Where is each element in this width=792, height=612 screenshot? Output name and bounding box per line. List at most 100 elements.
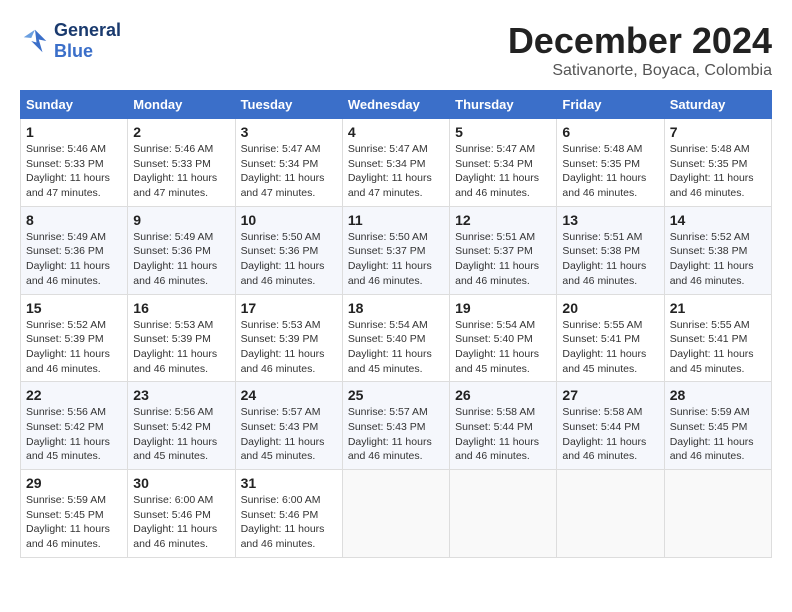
day-info: Sunrise: 5:55 AM Sunset: 5:41 PM Dayligh… [562, 318, 658, 377]
header-row: Sunday Monday Tuesday Wednesday Thursday… [21, 91, 772, 119]
month-title: December 2024 [508, 20, 772, 62]
calendar-day-cell: 8 Sunrise: 5:49 AM Sunset: 5:36 PM Dayli… [21, 206, 128, 294]
day-info: Sunrise: 5:55 AM Sunset: 5:41 PM Dayligh… [670, 318, 766, 377]
col-thursday: Thursday [450, 91, 557, 119]
location-subtitle: Sativanorte, Boyaca, Colombia [508, 62, 772, 80]
calendar-week-row: 1 Sunrise: 5:46 AM Sunset: 5:33 PM Dayli… [21, 119, 772, 207]
day-info: Sunrise: 5:54 AM Sunset: 5:40 PM Dayligh… [348, 318, 444, 377]
day-number: 5 [455, 124, 551, 140]
day-number: 21 [670, 300, 766, 316]
day-number: 22 [26, 387, 122, 403]
col-sunday: Sunday [21, 91, 128, 119]
day-info: Sunrise: 5:57 AM Sunset: 5:43 PM Dayligh… [241, 405, 337, 464]
calendar-day-cell: 20 Sunrise: 5:55 AM Sunset: 5:41 PM Dayl… [557, 294, 664, 382]
day-info: Sunrise: 5:48 AM Sunset: 5:35 PM Dayligh… [670, 142, 766, 201]
day-number: 17 [241, 300, 337, 316]
day-number: 29 [26, 475, 122, 491]
day-number: 8 [26, 212, 122, 228]
calendar-day-cell: 13 Sunrise: 5:51 AM Sunset: 5:38 PM Dayl… [557, 206, 664, 294]
day-number: 23 [133, 387, 229, 403]
day-number: 16 [133, 300, 229, 316]
calendar-day-cell: 21 Sunrise: 5:55 AM Sunset: 5:41 PM Dayl… [664, 294, 771, 382]
logo-text: General Blue [54, 20, 121, 62]
day-number: 4 [348, 124, 444, 140]
day-number: 11 [348, 212, 444, 228]
day-number: 25 [348, 387, 444, 403]
calendar-week-row: 15 Sunrise: 5:52 AM Sunset: 5:39 PM Dayl… [21, 294, 772, 382]
day-info: Sunrise: 5:46 AM Sunset: 5:33 PM Dayligh… [133, 142, 229, 201]
calendar-day-cell: 30 Sunrise: 6:00 AM Sunset: 5:46 PM Dayl… [128, 470, 235, 558]
calendar-day-cell [664, 470, 771, 558]
calendar-week-row: 8 Sunrise: 5:49 AM Sunset: 5:36 PM Dayli… [21, 206, 772, 294]
day-number: 20 [562, 300, 658, 316]
calendar-day-cell: 2 Sunrise: 5:46 AM Sunset: 5:33 PM Dayli… [128, 119, 235, 207]
col-monday: Monday [128, 91, 235, 119]
day-info: Sunrise: 5:53 AM Sunset: 5:39 PM Dayligh… [241, 318, 337, 377]
day-info: Sunrise: 5:49 AM Sunset: 5:36 PM Dayligh… [133, 230, 229, 289]
col-wednesday: Wednesday [342, 91, 449, 119]
page-header: General Blue December 2024 Sativanorte, … [20, 20, 772, 80]
day-number: 27 [562, 387, 658, 403]
calendar-header: Sunday Monday Tuesday Wednesday Thursday… [21, 91, 772, 119]
day-info: Sunrise: 5:59 AM Sunset: 5:45 PM Dayligh… [26, 493, 122, 552]
calendar-day-cell: 25 Sunrise: 5:57 AM Sunset: 5:43 PM Dayl… [342, 382, 449, 470]
day-number: 6 [562, 124, 658, 140]
calendar-day-cell: 19 Sunrise: 5:54 AM Sunset: 5:40 PM Dayl… [450, 294, 557, 382]
day-info: Sunrise: 5:58 AM Sunset: 5:44 PM Dayligh… [455, 405, 551, 464]
day-info: Sunrise: 5:57 AM Sunset: 5:43 PM Dayligh… [348, 405, 444, 464]
calendar-day-cell: 29 Sunrise: 5:59 AM Sunset: 5:45 PM Dayl… [21, 470, 128, 558]
day-info: Sunrise: 5:47 AM Sunset: 5:34 PM Dayligh… [241, 142, 337, 201]
day-number: 9 [133, 212, 229, 228]
day-info: Sunrise: 6:00 AM Sunset: 5:46 PM Dayligh… [241, 493, 337, 552]
calendar-day-cell: 22 Sunrise: 5:56 AM Sunset: 5:42 PM Dayl… [21, 382, 128, 470]
calendar-day-cell [342, 470, 449, 558]
title-section: December 2024 Sativanorte, Boyaca, Colom… [508, 20, 772, 80]
calendar-day-cell: 9 Sunrise: 5:49 AM Sunset: 5:36 PM Dayli… [128, 206, 235, 294]
day-info: Sunrise: 5:52 AM Sunset: 5:39 PM Dayligh… [26, 318, 122, 377]
day-info: Sunrise: 5:56 AM Sunset: 5:42 PM Dayligh… [133, 405, 229, 464]
calendar-day-cell [450, 470, 557, 558]
calendar-day-cell: 1 Sunrise: 5:46 AM Sunset: 5:33 PM Dayli… [21, 119, 128, 207]
day-info: Sunrise: 5:49 AM Sunset: 5:36 PM Dayligh… [26, 230, 122, 289]
day-number: 31 [241, 475, 337, 491]
day-number: 30 [133, 475, 229, 491]
calendar-day-cell: 5 Sunrise: 5:47 AM Sunset: 5:34 PM Dayli… [450, 119, 557, 207]
calendar-day-cell: 4 Sunrise: 5:47 AM Sunset: 5:34 PM Dayli… [342, 119, 449, 207]
col-tuesday: Tuesday [235, 91, 342, 119]
calendar-day-cell: 14 Sunrise: 5:52 AM Sunset: 5:38 PM Dayl… [664, 206, 771, 294]
day-number: 12 [455, 212, 551, 228]
calendar-day-cell: 17 Sunrise: 5:53 AM Sunset: 5:39 PM Dayl… [235, 294, 342, 382]
calendar-day-cell: 7 Sunrise: 5:48 AM Sunset: 5:35 PM Dayli… [664, 119, 771, 207]
calendar-day-cell: 24 Sunrise: 5:57 AM Sunset: 5:43 PM Dayl… [235, 382, 342, 470]
day-number: 7 [670, 124, 766, 140]
day-info: Sunrise: 5:52 AM Sunset: 5:38 PM Dayligh… [670, 230, 766, 289]
day-number: 28 [670, 387, 766, 403]
day-info: Sunrise: 5:51 AM Sunset: 5:37 PM Dayligh… [455, 230, 551, 289]
calendar-day-cell: 18 Sunrise: 5:54 AM Sunset: 5:40 PM Dayl… [342, 294, 449, 382]
calendar-day-cell: 3 Sunrise: 5:47 AM Sunset: 5:34 PM Dayli… [235, 119, 342, 207]
calendar-day-cell: 26 Sunrise: 5:58 AM Sunset: 5:44 PM Dayl… [450, 382, 557, 470]
calendar-day-cell: 23 Sunrise: 5:56 AM Sunset: 5:42 PM Dayl… [128, 382, 235, 470]
col-saturday: Saturday [664, 91, 771, 119]
logo: General Blue [20, 20, 121, 62]
calendar-day-cell: 16 Sunrise: 5:53 AM Sunset: 5:39 PM Dayl… [128, 294, 235, 382]
calendar-day-cell: 10 Sunrise: 5:50 AM Sunset: 5:36 PM Dayl… [235, 206, 342, 294]
day-info: Sunrise: 5:54 AM Sunset: 5:40 PM Dayligh… [455, 318, 551, 377]
calendar-day-cell: 28 Sunrise: 5:59 AM Sunset: 5:45 PM Dayl… [664, 382, 771, 470]
col-friday: Friday [557, 91, 664, 119]
day-info: Sunrise: 5:46 AM Sunset: 5:33 PM Dayligh… [26, 142, 122, 201]
calendar-week-row: 29 Sunrise: 5:59 AM Sunset: 5:45 PM Dayl… [21, 470, 772, 558]
day-number: 15 [26, 300, 122, 316]
calendar-week-row: 22 Sunrise: 5:56 AM Sunset: 5:42 PM Dayl… [21, 382, 772, 470]
day-info: Sunrise: 5:51 AM Sunset: 5:38 PM Dayligh… [562, 230, 658, 289]
day-number: 18 [348, 300, 444, 316]
day-number: 24 [241, 387, 337, 403]
day-info: Sunrise: 5:56 AM Sunset: 5:42 PM Dayligh… [26, 405, 122, 464]
calendar-body: 1 Sunrise: 5:46 AM Sunset: 5:33 PM Dayli… [21, 119, 772, 558]
day-info: Sunrise: 6:00 AM Sunset: 5:46 PM Dayligh… [133, 493, 229, 552]
day-info: Sunrise: 5:47 AM Sunset: 5:34 PM Dayligh… [348, 142, 444, 201]
day-info: Sunrise: 5:50 AM Sunset: 5:36 PM Dayligh… [241, 230, 337, 289]
logo-icon [20, 26, 50, 56]
day-info: Sunrise: 5:53 AM Sunset: 5:39 PM Dayligh… [133, 318, 229, 377]
day-info: Sunrise: 5:59 AM Sunset: 5:45 PM Dayligh… [670, 405, 766, 464]
